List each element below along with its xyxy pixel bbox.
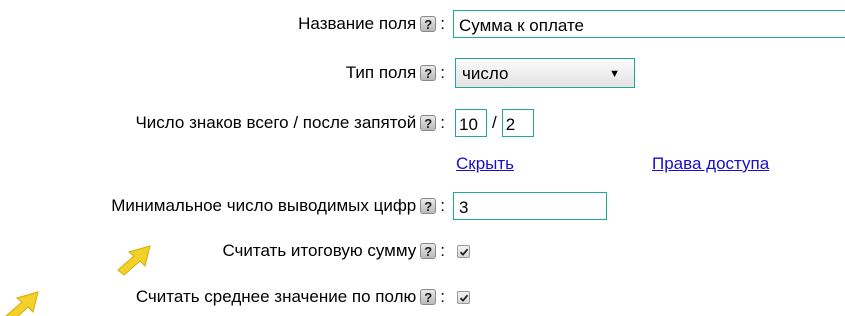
digits-separator: / xyxy=(492,113,497,132)
digits-after-comma-input[interactable]: 2 xyxy=(501,109,534,137)
help-icon[interactable]: ? xyxy=(420,289,437,305)
help-icon[interactable]: ? xyxy=(420,115,437,131)
field-type-label-group: Тип поля ? : xyxy=(346,58,445,88)
field-type-select-wrap: число ▼ xyxy=(455,58,635,88)
calc-total-label-group: Считать итоговую сумму ? : xyxy=(222,236,445,266)
help-icon[interactable]: ? xyxy=(420,16,437,32)
field-type-selected-value: число xyxy=(462,64,509,83)
field-name-row: Название поля ? : Сумма к оплате xyxy=(0,9,845,39)
min-digits-input[interactable]: 3 xyxy=(453,192,607,220)
colon: : xyxy=(440,241,445,260)
digits-total-input[interactable]: 10 xyxy=(455,109,487,137)
field-name-input-wrap: Сумма к оплате xyxy=(453,9,845,39)
digits-row: Число знаков всего / после запятой ? : 1… xyxy=(0,108,845,138)
calc-average-label: Считать среднее значение по полю xyxy=(135,287,417,306)
checkmark-icon xyxy=(459,294,469,302)
colon: : xyxy=(440,14,445,33)
help-icon[interactable]: ? xyxy=(420,65,437,81)
field-type-label: Тип поля xyxy=(345,63,417,82)
help-icon[interactable]: ? xyxy=(420,243,437,259)
hide-link[interactable]: Скрыть xyxy=(456,154,514,174)
digits-label: Число знаков всего / после запятой xyxy=(135,113,417,132)
field-type-row: Тип поля ? : число ▼ xyxy=(0,58,845,88)
yellow-arrow-pointer-icon xyxy=(5,291,39,316)
yellow-arrow-pointer-icon xyxy=(117,245,151,276)
colon: : xyxy=(440,196,445,215)
colon: : xyxy=(440,287,445,306)
min-digits-row: Минимальное число выводимых цифр ? : 3 xyxy=(0,191,845,221)
colon: : xyxy=(440,63,445,82)
calc-total-checkbox-wrap xyxy=(457,236,470,266)
calc-total-label: Считать итоговую сумму xyxy=(222,241,417,260)
calc-average-label-group: Считать среднее значение по полю ? : xyxy=(136,282,445,312)
min-digits-input-wrap: 3 xyxy=(453,191,607,221)
calc-average-checkbox[interactable] xyxy=(457,290,470,304)
calc-total-checkbox[interactable] xyxy=(457,244,470,258)
field-type-select[interactable]: число ▼ xyxy=(455,58,635,88)
min-digits-label-group: Минимальное число выводимых цифр ? : xyxy=(111,191,445,221)
field-name-input[interactable]: Сумма к оплате xyxy=(453,10,845,38)
colon: : xyxy=(440,113,445,132)
dropdown-arrow-icon: ▼ xyxy=(609,68,620,80)
help-icon[interactable]: ? xyxy=(420,198,437,214)
digits-label-group: Число знаков всего / после запятой ? : xyxy=(135,108,445,138)
access-rights-link[interactable]: Права доступа xyxy=(652,154,769,174)
min-digits-label: Минимальное число выводимых цифр xyxy=(111,196,417,215)
field-name-label: Название поля xyxy=(298,14,417,33)
checkmark-icon xyxy=(459,248,469,256)
field-name-label-group: Название поля ? : xyxy=(298,9,445,39)
calc-average-checkbox-wrap xyxy=(457,282,470,312)
calc-average-row: Считать среднее значение по полю ? : xyxy=(0,282,845,312)
digits-inputs-wrap: 10 / 2 xyxy=(455,108,534,138)
